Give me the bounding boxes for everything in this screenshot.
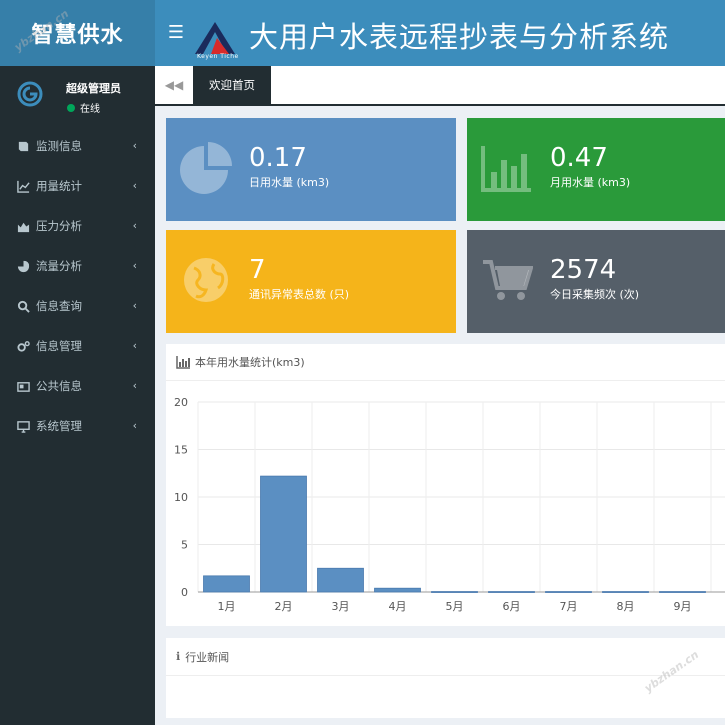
news-panel-header: ℹ 行业新闻 xyxy=(166,638,725,676)
pie-chart-icon xyxy=(180,142,232,194)
x-tick-label: 8月 xyxy=(617,600,635,613)
stat-value: 0.47 xyxy=(550,143,608,173)
stat-label: 日用水量 (km3) xyxy=(249,176,330,189)
x-tick-label: 2月 xyxy=(275,600,293,613)
bar xyxy=(317,567,364,593)
x-tick-label: 3月 xyxy=(332,600,350,613)
system-title: 大用户水表远程抄表与分析系统 xyxy=(249,20,670,54)
sidebar-item-query[interactable]: 信息查询 ‹ xyxy=(0,286,155,326)
tab-welcome[interactable]: 欢迎首页 xyxy=(193,66,271,104)
sidebar-item-public[interactable]: 公共信息 ‹ xyxy=(0,366,155,406)
sidebar-item-label: 压力分析 xyxy=(36,219,82,233)
stat-value: 0.17 xyxy=(249,143,307,173)
cart-icon xyxy=(483,260,533,300)
sidebar-item-label: 监测信息 xyxy=(36,139,82,153)
sidebar-item-monitor[interactable]: 监测信息 ‹ xyxy=(0,126,155,166)
chevron-left-icon: ‹ xyxy=(132,259,137,272)
desktop-icon xyxy=(16,419,30,433)
chevron-left-icon: ‹ xyxy=(132,179,137,192)
search-icon xyxy=(16,299,30,313)
stat-daily-usage[interactable]: 0.17 日用水量 (km3) xyxy=(166,118,456,221)
news-panel: ℹ 行业新闻 xyxy=(166,638,725,718)
chevron-left-icon: ‹ xyxy=(132,139,137,152)
sidebar-item-manage[interactable]: 信息管理 ‹ xyxy=(0,326,155,366)
bar-chart-icon xyxy=(481,146,531,192)
bar xyxy=(260,475,307,593)
line-chart-icon xyxy=(16,179,30,193)
y-tick-label: 5 xyxy=(181,539,188,552)
bar xyxy=(374,587,421,593)
x-tick-label: 6月 xyxy=(503,600,521,613)
bar xyxy=(431,591,478,593)
chevron-left-icon: ‹ xyxy=(132,339,137,352)
bar xyxy=(545,591,592,593)
sidebar-item-pressure[interactable]: 压力分析 ‹ xyxy=(0,206,155,246)
x-tick-label: 9月 xyxy=(674,600,692,613)
newspaper-icon xyxy=(16,379,30,393)
pie-chart-icon xyxy=(16,259,30,273)
online-dot-icon xyxy=(67,103,75,112)
stat-collect-freq[interactable]: 2574 今日采集频次 (次) xyxy=(467,230,725,333)
user-status-text: 在线 xyxy=(80,104,100,115)
info-icon: ℹ xyxy=(176,650,181,663)
user-panel: 超级管理员 在线 xyxy=(0,66,155,120)
sidebar-item-usage[interactable]: 用量统计 ‹ xyxy=(0,166,155,206)
bar xyxy=(203,575,250,593)
stat-monthly-usage[interactable]: 0.47 月用水量 (km3) xyxy=(467,118,725,221)
stat-comm-errors[interactable]: 7 通讯异常表总数 (只) xyxy=(166,230,456,333)
bar xyxy=(602,591,649,593)
brand-subtitle: Keyen Tiche xyxy=(197,53,239,60)
bar xyxy=(488,591,535,593)
chevron-left-icon: ‹ xyxy=(132,219,137,232)
bar-chart-icon xyxy=(176,355,190,369)
sidebar: 超级管理员 在线 监测信息 ‹ 用量统计 ‹ 压力分析 ‹ 流量分析 ‹ 信息查… xyxy=(0,66,155,725)
top-navbar: ☰ Keyen Tiche 大用户水表远程抄表与分析系统 xyxy=(155,0,725,66)
y-tick-label: 10 xyxy=(174,491,188,504)
user-name: 超级管理员 xyxy=(66,82,121,95)
chart-panel-header: 本年用水量统计(km3) xyxy=(166,344,725,381)
chevron-left-icon: ‹ xyxy=(132,379,137,392)
sidebar-item-system[interactable]: 系统管理 ‹ xyxy=(0,406,155,446)
y-tick-label: 20 xyxy=(174,396,188,409)
hamburger-icon[interactable]: ☰ xyxy=(163,20,189,46)
sidebar-item-label: 流量分析 xyxy=(36,259,82,273)
x-tick-label: 5月 xyxy=(446,600,464,613)
x-tick-label: 7月 xyxy=(560,600,578,613)
sidebar-item-label: 信息管理 xyxy=(36,339,82,353)
chart-panel: 本年用水量统计(km3) 0 5 10 15 20 1月 2月 3月 4月 5月 6月 7月 8月 9月 xyxy=(166,344,725,626)
gears-icon xyxy=(16,339,30,353)
stat-label: 月用水量 (km3) xyxy=(550,176,631,189)
stat-label: 今日采集频次 (次) xyxy=(550,288,640,301)
globe-icon xyxy=(184,258,228,302)
x-tick-label: 4月 xyxy=(389,600,407,613)
sidebar-item-label: 系统管理 xyxy=(36,419,82,433)
sidebar-item-label: 用量统计 xyxy=(36,179,82,193)
app-logo[interactable]: 智慧供水 xyxy=(0,0,155,66)
stat-label: 通讯异常表总数 (只) xyxy=(249,288,350,301)
book-icon xyxy=(16,139,30,153)
stat-value: 7 xyxy=(249,255,266,285)
chart-panel-title: 本年用水量统计(km3) xyxy=(195,356,305,369)
sidebar-nav: 监测信息 ‹ 用量统计 ‹ 压力分析 ‹ 流量分析 ‹ 信息查询 ‹ 信息管理 … xyxy=(0,126,155,446)
user-status: 在线 xyxy=(67,100,100,115)
sidebar-item-label: 公共信息 xyxy=(36,379,82,393)
bar xyxy=(659,591,706,593)
news-panel-title: 行业新闻 xyxy=(185,650,230,664)
stat-value: 2574 xyxy=(550,255,617,285)
avatar xyxy=(17,81,43,107)
sidebar-item-flow[interactable]: 流量分析 ‹ xyxy=(0,246,155,286)
chevron-left-icon: ‹ xyxy=(132,419,137,432)
double-left-icon[interactable]: ◀◀ xyxy=(155,66,194,104)
y-tick-label: 15 xyxy=(174,444,188,457)
chevron-left-icon: ‹ xyxy=(132,299,137,312)
tab-bar: ◀◀ 欢迎首页 xyxy=(155,66,725,106)
sidebar-item-label: 信息查询 xyxy=(36,299,82,313)
area-chart-icon xyxy=(16,219,30,233)
usage-bar-chart: 0 5 10 15 20 1月 2月 3月 4月 5月 6月 7月 8月 9月 xyxy=(174,396,725,613)
x-tick-label: 1月 xyxy=(218,600,236,613)
y-tick-label: 0 xyxy=(181,586,188,599)
